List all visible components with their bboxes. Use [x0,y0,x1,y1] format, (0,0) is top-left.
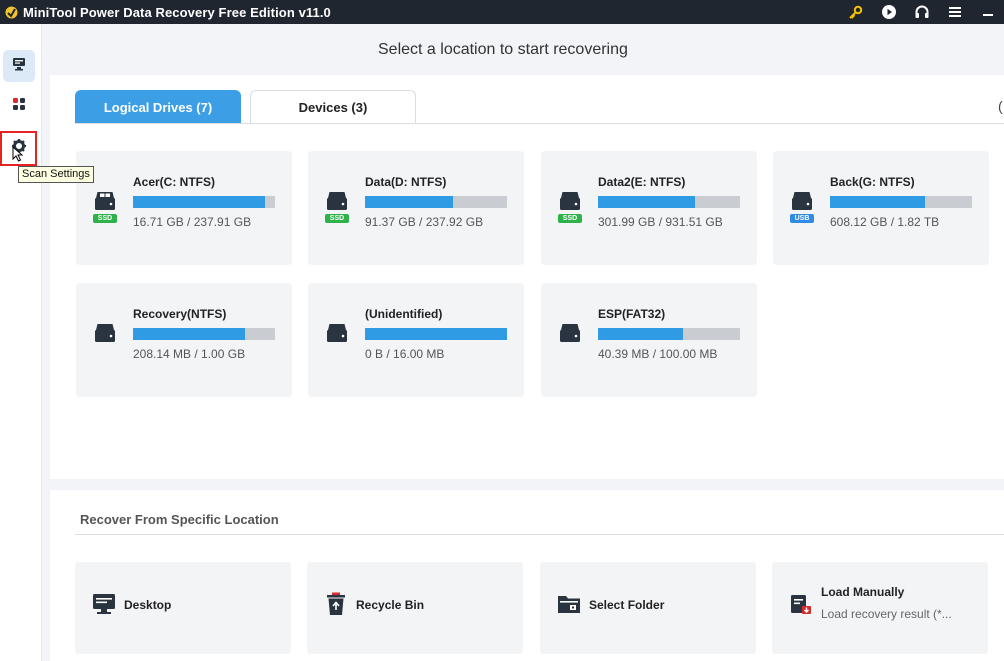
drive-usage-bar [365,196,507,208]
drive-icon [558,322,582,356]
tab-devices[interactable]: Devices (3) [250,90,416,124]
mouse-cursor-icon [12,145,24,167]
drive-icon [325,322,349,356]
drive-usage-bar [133,328,275,340]
drive-icon: USB [790,190,814,224]
drive-card-recovery[interactable]: Recovery(NTFS) 208.14 MB / 1.00 GB [76,283,292,397]
windows-drive-icon: SSD [93,190,117,224]
location-recycle-bin[interactable]: Recycle Bin [307,562,523,654]
headset-icon[interactable] [905,0,938,24]
drive-size: 40.39 MB / 100.00 MB [598,347,718,361]
location-sublabel: Load recovery result (*... [821,607,952,621]
folder-icon [556,592,582,616]
tab-divider [75,123,1004,124]
drive-icon: SSD [558,190,582,224]
ssd-badge: SSD [558,214,582,223]
drive-size: 0 B / 16.00 MB [365,347,445,361]
drive-size: 208.14 MB / 1.00 GB [133,347,246,361]
location-label: Load Manually [821,585,905,599]
tab-logical-drives[interactable]: Logical Drives (7) [75,90,241,124]
app-logo-icon [3,4,19,20]
minimize-icon[interactable] [971,0,1004,24]
tooltip-scan-settings: Scan Settings [18,166,94,183]
section-divider [75,534,1004,535]
drive-icon [93,322,117,356]
drive-usage-bar [598,328,740,340]
title-bar: MiniTool Power Data Recovery Free Editio… [0,0,1004,24]
ssd-badge: SSD [325,214,349,223]
drive-name: Back(G: NTFS) [830,175,915,189]
drive-card-c[interactable]: SSD Acer(C: NTFS) 16.71 GB / 237.91 GB [76,151,292,265]
drive-name: Data2(E: NTFS) [598,175,686,189]
drive-card-unidentified[interactable]: (Unidentified) 0 B / 16.00 MB [308,283,524,397]
drive-card-esp[interactable]: ESP(FAT32) 40.39 MB / 100.00 MB [541,283,757,397]
drive-tabs: Logical Drives (7) Devices (3) [75,90,416,124]
section-title: Recover From Specific Location [80,512,279,527]
drive-name: (Unidentified) [365,307,443,321]
drive-card-e[interactable]: SSD Data2(E: NTFS) 301.99 GB / 931.51 GB [541,151,757,265]
drive-card-g[interactable]: USB Back(G: NTFS) 608.12 GB / 1.82 TB [773,151,989,265]
left-sidebar [0,24,42,661]
location-label: Recycle Bin [356,598,425,612]
drive-name: Acer(C: NTFS) [133,175,216,189]
location-label: Select Folder [589,598,665,612]
drive-name: Recovery(NTFS) [133,307,227,321]
page-title: Select a location to start recovering [378,41,628,58]
drive-size: 91.37 GB / 237.92 GB [365,215,484,229]
app-title: MiniTool Power Data Recovery Free Editio… [23,4,331,20]
drive-usage-bar [598,196,740,208]
ssd-badge: SSD [93,214,117,223]
drive-name: Data(D: NTFS) [365,175,447,189]
menu-icon[interactable] [938,0,971,24]
key-icon[interactable] [839,0,872,24]
recycle-bin-icon [323,592,349,616]
drive-usage-bar [830,196,972,208]
drive-name: ESP(FAT32) [598,307,666,321]
logical-drives-panel [50,75,1004,479]
location-desktop[interactable]: Desktop [75,562,291,654]
play-circle-icon[interactable] [872,0,905,24]
location-load-manually[interactable]: Load Manually Load recovery result (*... [772,562,988,654]
cut-off-icon[interactable]: ( [998,98,1003,114]
desktop-icon [91,592,117,616]
drive-size: 301.99 GB / 931.51 GB [598,215,723,229]
drive-icon: SSD [325,190,349,224]
drive-card-d[interactable]: SSD Data(D: NTFS) 91.37 GB / 237.92 GB [308,151,524,265]
drive-usage-bar [365,328,507,340]
load-file-icon [788,592,814,616]
location-select-folder[interactable]: Select Folder [540,562,756,654]
location-label: Desktop [124,598,172,612]
usb-badge: USB [790,214,814,223]
drive-size: 608.12 GB / 1.82 TB [830,215,940,229]
drive-usage-bar [133,196,275,208]
sidebar-item-tools[interactable] [3,90,35,122]
apps-grid-icon [12,97,26,116]
drive-size: 16.71 GB / 237.91 GB [133,215,252,229]
